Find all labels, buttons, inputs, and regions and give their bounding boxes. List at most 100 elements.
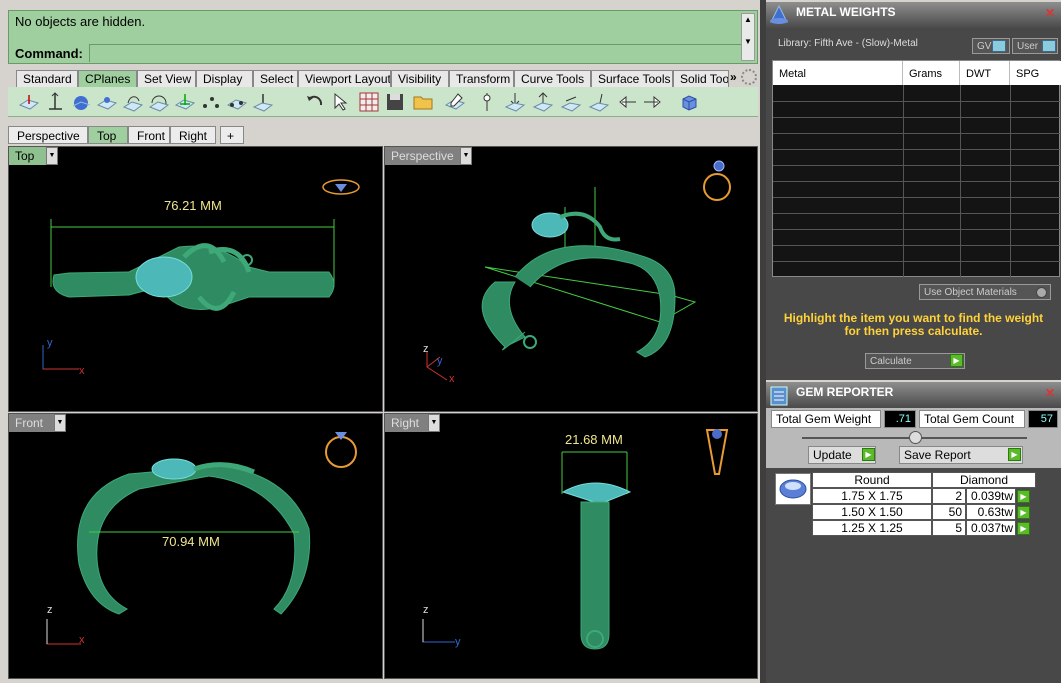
cplane-xaxis-icon[interactable]: [226, 91, 248, 113]
gem-row-count: 2: [932, 488, 966, 504]
front-dimension-label: 70.94 MM: [162, 534, 220, 549]
gear-icon[interactable]: [741, 69, 757, 85]
viewport-perspective[interactable]: z y x Perspective ▼: [384, 146, 758, 412]
viewport-tab-right[interactable]: Right: [170, 126, 216, 144]
tab-transform[interactable]: Transform: [449, 70, 514, 87]
viewport-top[interactable]: 76.21 MM y x Top ▼: [8, 146, 383, 412]
tab-surface-tools[interactable]: Surface Tools: [591, 70, 673, 87]
command-input[interactable]: [89, 44, 741, 62]
tab-viewport-layout[interactable]: Viewport Layout: [298, 70, 391, 87]
column-metal: Metal: [773, 61, 903, 85]
tabs-more-button[interactable]: »: [730, 70, 737, 84]
viewport-label-right[interactable]: Right: [385, 414, 429, 432]
tab-solid-tools[interactable]: Solid Too: [673, 70, 729, 87]
cplane-world-top-icon[interactable]: [18, 91, 40, 113]
instruction-text: Highlight the item you want to find the …: [783, 311, 1044, 338]
right-view-model: [422, 429, 729, 650]
cplane-undo-icon[interactable]: [304, 91, 326, 113]
save-report-button[interactable]: Save Report: [899, 446, 1023, 464]
cplane-zaxis-icon[interactable]: [252, 91, 274, 113]
command-scrollbar[interactable]: ▲ ▼: [741, 13, 755, 61]
viewport-tabs: Perspective Top Front Right +: [8, 126, 308, 144]
perspective-axis-z-label: z: [423, 343, 429, 355]
viewport-front[interactable]: 70.94 MM z x Front ▼: [8, 413, 383, 679]
column-spg: SPG: [1010, 61, 1061, 85]
cursor-icon[interactable]: [330, 91, 352, 113]
close-icon[interactable]: ✕: [1045, 6, 1057, 20]
tab-standard[interactable]: Standard: [16, 70, 78, 87]
total-gem-weight-value: .71: [884, 410, 916, 428]
gem-row-play-icon[interactable]: ▶: [1017, 490, 1030, 503]
metal-weights-table[interactable]: Metal Grams DWT SPG: [772, 60, 1061, 278]
tab-cplanes[interactable]: CPlanes: [78, 70, 137, 87]
save-icon[interactable]: [384, 91, 406, 113]
command-area: No objects are hidden. Command: ▲ ▼: [8, 10, 758, 64]
cplane-rotate-x-icon[interactable]: [560, 91, 582, 113]
total-gem-count-value: 57: [1028, 410, 1058, 428]
right-axis-z-label: z: [423, 604, 429, 616]
calculate-play-icon[interactable]: ▶: [950, 354, 963, 367]
gem-row-count: 5: [932, 520, 966, 536]
gv-label: GV: [977, 41, 992, 52]
command-history: No objects are hidden.: [15, 14, 146, 29]
right-dimension-label: 21.68 MM: [565, 432, 623, 447]
cplane-3d-icon[interactable]: [678, 91, 700, 113]
top-dimension-label: 76.21 MM: [164, 198, 222, 213]
perspective-axis-x-label: x: [449, 373, 455, 385]
viewport-tab-top[interactable]: Top: [88, 126, 128, 144]
cplane-view-icon[interactable]: [476, 91, 498, 113]
cplane-up-icon[interactable]: [532, 91, 554, 113]
gem-row-size: 1.75 X 1.75: [812, 488, 932, 504]
cplane-object-icon[interactable]: [70, 91, 92, 113]
tab-curve-tools[interactable]: Curve Tools: [514, 70, 591, 87]
viewport-label-front[interactable]: Front: [9, 414, 55, 432]
metal-weights-panel: METAL WEIGHTS ✕ Library: Fifth Ave - (Sl…: [766, 2, 1061, 380]
metal-weights-title: METAL WEIGHTS: [796, 5, 896, 19]
tab-select[interactable]: Select: [253, 70, 298, 87]
grid-icon[interactable]: [358, 91, 380, 113]
gem-row-play-icon[interactable]: ▶: [1017, 522, 1030, 535]
tab-display[interactable]: Display: [196, 70, 253, 87]
tab-visibility[interactable]: Visibility: [391, 70, 449, 87]
user-label: User: [1017, 41, 1039, 52]
update-play-icon[interactable]: ▶: [862, 448, 875, 461]
gem-row-weight: 0.039tw: [966, 488, 1016, 504]
cplane-surface-icon[interactable]: [96, 91, 118, 113]
cplane-previous-icon[interactable]: [616, 91, 638, 113]
viewport-menu-chevron-down-icon[interactable]: ▼: [46, 147, 58, 165]
perspective-view-model: [426, 160, 731, 381]
cplane-down-icon[interactable]: [504, 91, 526, 113]
cplane-next-icon[interactable]: [642, 91, 664, 113]
viewport-right[interactable]: 21.68 MM z y Right ▼: [384, 413, 758, 679]
gem-row-count: 50: [932, 504, 966, 520]
viewport-menu-chevron-down-icon[interactable]: ▼: [54, 414, 66, 432]
cplane-3point-icon[interactable]: [200, 91, 222, 113]
metal-weights-logo-icon: [770, 4, 788, 24]
cplane-rotate-y-icon[interactable]: [588, 91, 610, 113]
metal-weights-header: METAL WEIGHTS ✕: [766, 2, 1061, 28]
add-viewport-tab-button[interactable]: +: [220, 126, 244, 144]
open-folder-icon[interactable]: [412, 91, 434, 113]
viewport-label-top[interactable]: Top: [9, 147, 47, 165]
gem-row-play-icon[interactable]: ▶: [1017, 506, 1030, 519]
viewport-label-perspective[interactable]: Perspective: [385, 147, 461, 165]
cplane-origin-icon[interactable]: [174, 91, 196, 113]
viewport-tab-perspective[interactable]: Perspective: [8, 126, 88, 144]
close-icon[interactable]: ✕: [1045, 386, 1057, 400]
save-report-play-icon[interactable]: ▶: [1008, 448, 1021, 461]
viewport-menu-chevron-down-icon[interactable]: ▼: [460, 147, 472, 165]
gem-reporter-header: GEM REPORTER ✕: [766, 382, 1061, 408]
viewport-menu-chevron-down-icon[interactable]: ▼: [428, 414, 440, 432]
cplane-elevation-icon[interactable]: [44, 91, 66, 113]
tab-set-view[interactable]: Set View: [137, 70, 196, 87]
gem-table-header-type: Diamond: [932, 472, 1036, 488]
cplane-rotate-icon[interactable]: [148, 91, 170, 113]
viewport-tab-front[interactable]: Front: [128, 126, 170, 144]
slider-handle[interactable]: [909, 431, 922, 444]
use-object-materials-toggle[interactable]: Use Object Materials: [919, 284, 1051, 300]
radio-icon[interactable]: [1036, 287, 1047, 298]
column-dwt: DWT: [960, 61, 1010, 85]
named-cplane-icon[interactable]: [444, 91, 466, 113]
total-gem-count-label: Total Gem Count: [919, 410, 1025, 428]
cplane-curve-icon[interactable]: [122, 91, 144, 113]
